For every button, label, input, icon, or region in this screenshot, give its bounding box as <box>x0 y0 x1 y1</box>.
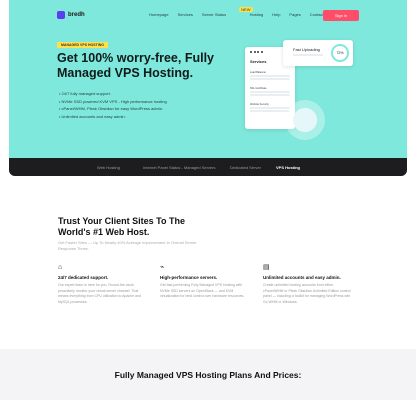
hero-section: bredh Homepage Services Server Status NE… <box>9 0 407 176</box>
logo-icon <box>57 11 65 19</box>
feature-column-performance: ⌁ High-performance servers. Get fast-per… <box>160 264 250 300</box>
popup-text: Fast Uploading <box>293 47 320 52</box>
chart-icon: ⌁ <box>160 264 165 271</box>
logo[interactable]: bredh <box>57 11 85 19</box>
signin-button[interactable]: Sign in <box>323 10 359 21</box>
tab-dedicated-server[interactable]: Dedicated Server <box>230 165 261 170</box>
column-title: High-performance servers. <box>160 275 218 280</box>
tab-internet-panel[interactable]: Internet Panel Status - Managed Servers <box>143 165 215 170</box>
trust-subtitle: Get Faster Sites — Up To Nearly 40% Aver… <box>58 240 197 251</box>
nav-link-server-status[interactable]: Server Status <box>202 12 226 17</box>
decorative-ring <box>285 100 325 140</box>
panel-row: Website Security <box>250 103 290 112</box>
tab-vps-hosting[interactable]: VPS Hosting <box>276 165 300 170</box>
hosting-tabs: Web Hosting Internet Panel Status - Mana… <box>9 158 407 176</box>
column-text: Get fast-performing Fully Managed VPS Ho… <box>160 283 245 298</box>
nav-links: Homepage Services Server Status NEW Host… <box>149 7 329 17</box>
top-nav: bredh Homepage Services Server Status NE… <box>9 7 407 23</box>
popup-bar <box>293 54 323 56</box>
hero-tag: MANAGED VPS HOSTING <box>57 42 108 48</box>
tab-web-hosting[interactable]: Web Hosting <box>97 165 120 170</box>
nav-link-services[interactable]: Services <box>178 12 193 17</box>
upload-popup: Fast Uploading 72% <box>283 40 353 66</box>
panel-row: Load Balancer <box>250 71 290 80</box>
plans-title: Fully Managed VPS Hosting Plans And Pric… <box>114 370 302 380</box>
panel-title: Services <box>250 59 267 64</box>
panel-row: SSL Certificate <box>250 87 290 96</box>
column-text: Create unlimited hosting accounts from e… <box>263 283 351 304</box>
nav-link-homepage[interactable]: Homepage <box>149 12 169 17</box>
feature-column-accounts: ▤ Unlimited accounts and easy admin. Cre… <box>263 264 353 305</box>
nav-link-help[interactable]: Help <box>272 12 280 17</box>
feature-item: • Unlimited accounts and easy admin. <box>59 113 126 119</box>
nav-link-pages[interactable]: Pages <box>289 12 300 17</box>
logo-text: bredh <box>68 12 85 18</box>
window-dots-icon <box>250 51 263 53</box>
feature-item: • NVMe SSD powered KVM VPS - High perfor… <box>59 98 167 104</box>
headset-icon: ⌂ <box>58 264 63 271</box>
feature-item: • 24/7 fully managed support. <box>59 91 111 96</box>
server-icon: ▤ <box>263 264 270 271</box>
column-title: Unlimited accounts and easy admin. <box>263 275 341 280</box>
feature-item: • cPanel/WHM, Plesk Obsidian for easy Wo… <box>59 106 164 111</box>
trust-title: Trust Your Client Sites To The World's #… <box>58 216 186 237</box>
plans-section: Fully Managed VPS Hosting Plans And Pric… <box>0 349 416 400</box>
column-title: 24/7 dedicated support. <box>58 275 109 280</box>
nav-link-hosting[interactable]: NEW Hosting <box>235 7 264 17</box>
hero-features: • 24/7 fully managed support. • NVMe SSD… <box>59 90 167 120</box>
column-text: Our expert team is here for you. Round-t… <box>58 283 141 304</box>
progress-ring: 72% <box>331 44 349 62</box>
hero-title: Get 100% worry-free, Fully Managed VPS H… <box>57 51 215 80</box>
nav-link-hosting-label: Hosting <box>249 12 264 17</box>
feature-column-support: ⌂ 24/7 dedicated support. Our expert tea… <box>58 264 148 305</box>
